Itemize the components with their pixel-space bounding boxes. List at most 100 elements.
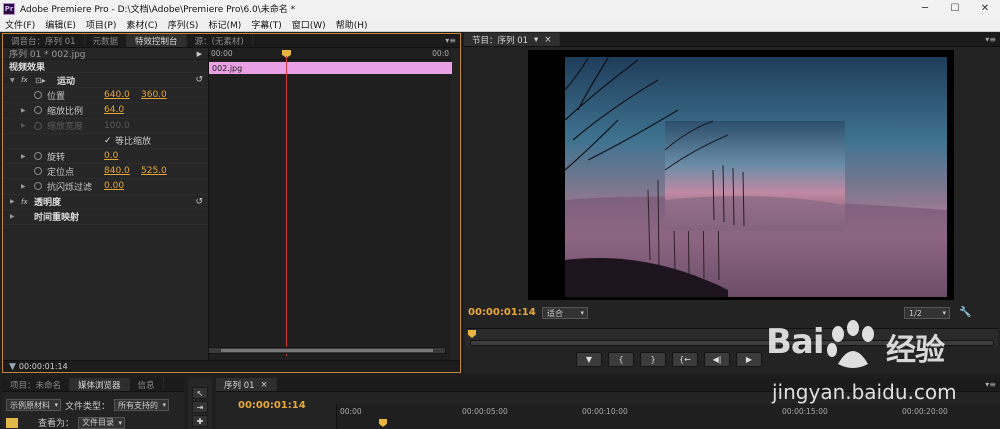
tab-effect-controls[interactable]: 特效控制台 — [127, 34, 187, 47]
program-zoom-bar[interactable] — [470, 340, 994, 346]
timeline-tick: 00:00 — [340, 407, 362, 416]
fit-dropdown[interactable]: 适合 — [542, 307, 588, 319]
expand-triangle-icon[interactable]: ▼ — [10, 77, 15, 84]
tab-metadata[interactable]: 元数据 — [85, 34, 128, 47]
timeline-ruler[interactable]: 00:00 00:00:05:00 00:00:10:00 00:00:15:0… — [336, 404, 1000, 429]
panel-menu-icon[interactable]: ▾≡ — [985, 380, 996, 389]
menu-marker[interactable]: 标记(M) — [203, 18, 246, 31]
expand-triangle-icon[interactable]: ▶ — [21, 183, 26, 190]
tools-panel: ↖ ⇥ ✚ — [188, 378, 212, 429]
program-monitor: 节目：序列 01 ▾ × ▾≡ 00:00:01:14 适合 ▾ 1/2 ▾ 🔧… — [464, 33, 1000, 373]
effect-timeline-ruler[interactable]: 00:00 00:0 — [209, 48, 451, 60]
rotation-value[interactable]: 0.0 — [104, 151, 118, 161]
wrench-icon[interactable]: 🔧 — [959, 307, 971, 318]
tab-close-icon[interactable]: × — [261, 380, 268, 390]
go-to-in-button[interactable]: {← — [672, 352, 698, 367]
antiflicker-value[interactable]: 0.00 — [104, 181, 124, 191]
step-back-button[interactable]: ◀| — [704, 352, 730, 367]
program-video-frame[interactable] — [528, 50, 954, 300]
tab-close-icon[interactable]: × — [544, 35, 551, 45]
ripple-edit-tool-icon[interactable]: ✚ — [192, 415, 208, 427]
track-select-tool-icon[interactable]: ⇥ — [192, 401, 208, 413]
scale-value[interactable]: 64.0 — [104, 105, 124, 115]
tab-media-browser[interactable]: 媒体浏览器 — [70, 378, 130, 391]
menu-clip[interactable]: 素材(C) — [121, 18, 162, 31]
close-button[interactable]: ✕ — [970, 0, 1000, 17]
reset-icon[interactable]: ↺ — [195, 197, 203, 207]
view-as-label: 查看为： — [38, 419, 75, 429]
sequence-clip-label: 序列 01 * 002.jpg — [9, 50, 86, 60]
mark-out-button[interactable]: } — [640, 352, 666, 367]
stopwatch-icon[interactable] — [34, 91, 42, 100]
tab-project[interactable]: 项目：未命名 — [2, 378, 71, 391]
fx-icon[interactable]: fx — [21, 198, 28, 206]
menu-file[interactable]: 文件(F) — [0, 18, 40, 31]
tab-info[interactable]: 信息 — [130, 378, 164, 391]
play-button[interactable]: ▶ — [736, 352, 762, 367]
menu-project[interactable]: 项目(P) — [81, 18, 121, 31]
anchor-label: 定位点 — [47, 167, 75, 178]
ruler-end: 00:0 — [432, 49, 449, 58]
effect-timeline-scrollbar[interactable] — [208, 347, 446, 354]
maximize-button[interactable]: ☐ — [940, 0, 970, 17]
program-time-ruler[interactable] — [466, 328, 998, 346]
minimize-button[interactable]: ─ — [910, 0, 940, 17]
rotation-label: 旋转 — [47, 152, 66, 163]
menu-help[interactable]: 帮助(H) — [331, 18, 373, 31]
program-timecode[interactable]: 00:00:01:14 — [468, 307, 536, 318]
timeline-tick: 00:00:20:00 — [902, 407, 948, 416]
position-x-value[interactable]: 640.0 — [104, 90, 130, 100]
scale-width-value: 100.0 — [104, 120, 130, 131]
panel-menu-icon[interactable]: ▾≡ — [985, 35, 996, 44]
play-icon[interactable]: ▶ — [197, 50, 202, 58]
program-tab-label: 节目：序列 01 — [472, 35, 529, 46]
clip-bar[interactable]: 002.jpg — [209, 62, 452, 74]
position-y-value[interactable]: 360.0 — [141, 90, 167, 100]
selection-tool-icon[interactable]: ↖ — [192, 387, 208, 399]
tab-audio-mixer[interactable]: 调音台：序列 01 — [3, 34, 85, 47]
panel-menu-icon[interactable]: ▾≡ — [445, 36, 456, 45]
expand-triangle-icon[interactable]: ▶ — [10, 213, 15, 220]
stopwatch-icon[interactable] — [34, 106, 42, 115]
folder-icon[interactable] — [6, 417, 18, 428]
uniform-scale-checkbox[interactable]: ✓ — [104, 136, 112, 146]
expand-triangle-icon[interactable]: ▶ — [21, 107, 26, 114]
menu-bar: 文件(F) 编辑(E) 项目(P) 素材(C) 序列(S) 标记(M) 字幕(T… — [0, 17, 1000, 32]
expand-triangle-icon[interactable]: ▶ — [10, 198, 15, 205]
stopwatch-icon[interactable] — [34, 182, 42, 191]
add-marker-button[interactable]: ▼ — [576, 352, 602, 367]
effect-footer-timecode: 00:00:01:14 — [18, 362, 68, 371]
menu-sequence[interactable]: 序列(S) — [163, 18, 204, 31]
program-playhead-icon[interactable] — [468, 330, 476, 338]
reset-icon[interactable]: ↺ — [195, 75, 203, 85]
tab-source[interactable]: 源：(无素材) — [187, 34, 253, 47]
view-as-dropdown[interactable]: 文件目录 — [78, 416, 126, 429]
file-type-dropdown[interactable]: 所有支持的 — [114, 399, 170, 411]
stopwatch-icon[interactable] — [34, 152, 42, 161]
title-bar: Pr Adobe Premiere Pro - D:\文档\Adobe\Prem… — [0, 0, 1000, 17]
mark-in-button[interactable]: { — [608, 352, 634, 367]
expand-triangle-icon[interactable]: ▶ — [21, 153, 26, 160]
effect-properties: 序列 01 * 002.jpg ▶ 视频效果 ▼ fx ⊡▸ 运动 ↺ 位置 6… — [3, 48, 208, 360]
transform-icon[interactable]: ⊡▸ — [35, 76, 46, 85]
playhead-line — [286, 56, 287, 356]
stopwatch-icon[interactable] — [34, 167, 42, 176]
fx-icon[interactable]: fx — [21, 76, 28, 84]
menu-window[interactable]: 窗口(W) — [287, 18, 331, 31]
anchor-x-value[interactable]: 840.0 — [104, 166, 130, 176]
tab-program[interactable]: 节目：序列 01 ▾ × — [464, 33, 561, 46]
timecode-marker-icon: ▼ — [9, 361, 16, 372]
timeline-playhead-icon[interactable] — [379, 419, 387, 427]
tab-sequence[interactable]: 序列 01 × — [216, 378, 277, 391]
menu-edit[interactable]: 编辑(E) — [40, 18, 81, 31]
media-filter-dropdown[interactable]: 示例原材料 — [6, 399, 61, 411]
file-type-label: 文件类型： — [65, 401, 111, 412]
timeline-timecode[interactable]: 00:00:01:14 — [238, 400, 306, 411]
resolution-dropdown[interactable]: 1/2 — [904, 307, 950, 319]
effect-timeline[interactable]: 00:00 00:0 002.jpg — [208, 48, 452, 360]
opacity-label: 透明度 — [34, 198, 62, 209]
anchor-y-value[interactable]: 525.0 — [141, 166, 167, 176]
timeline-tick: 00:00:15:00 — [782, 407, 828, 416]
menu-title[interactable]: 字幕(T) — [246, 18, 287, 31]
tab-dropdown-icon[interactable]: ▾ — [534, 35, 538, 45]
